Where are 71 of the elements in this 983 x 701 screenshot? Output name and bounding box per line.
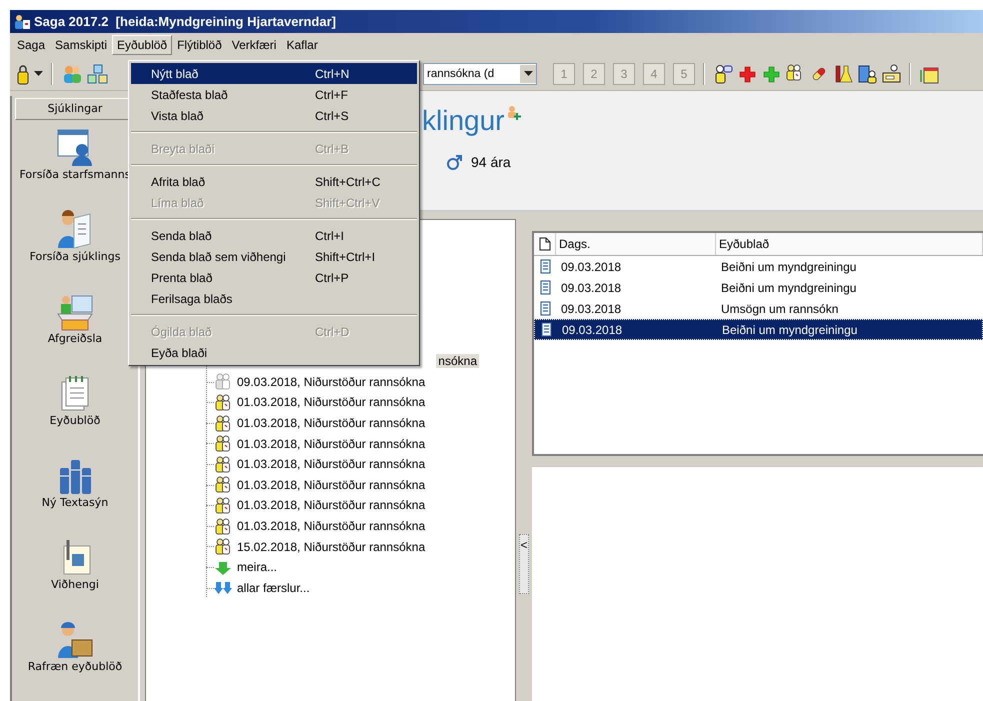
menu-item[interactable]: Senda blað sem viðhengi Shift+Ctrl+I	[131, 246, 417, 267]
menu-item[interactable]: Afrita blað Shift+Ctrl+C	[131, 171, 417, 192]
patient-name: klingur	[422, 105, 504, 137]
menu-item[interactable]: Eyða blaði	[131, 342, 417, 363]
tree-item[interactable]: 01.03.2018, Niðurstöður rannsókna	[235, 436, 428, 451]
menu-item[interactable]: Samskipti	[50, 35, 112, 55]
menu-item[interactable]: Flýtiblöð	[172, 35, 227, 55]
filter-dropdown[interactable]: rannsókna (d	[423, 62, 537, 84]
menu-item[interactable]: Eyðublöð	[112, 35, 172, 55]
person-window-icon[interactable]	[56, 128, 94, 168]
menu-item[interactable]: Prenta blað Ctrl+P	[131, 267, 417, 288]
tree-item[interactable]: 09.03.2018, Niðurstöður rannsókna	[235, 374, 428, 389]
menu-item[interactable]: Nýtt blað Ctrl+N	[131, 63, 417, 84]
tree-item[interactable]: 01.03.2018, Niðurstöður rannsókna	[235, 416, 428, 430]
sidebar-item[interactable]: Afgreiðsla	[48, 332, 102, 346]
document-person-icon[interactable]	[857, 64, 877, 84]
table-cell-text: 09.03.2018	[561, 322, 624, 336]
caret-icon	[524, 70, 532, 76]
flask-icon[interactable]	[833, 64, 853, 84]
tree-item[interactable]: meira...	[235, 560, 280, 574]
table-cell-text: Beiðni um myndgreiningu	[721, 322, 858, 336]
caret-icon[interactable]	[34, 70, 43, 76]
menu-item[interactable]: Verkfæri	[226, 35, 282, 55]
double-down-arrow-icon	[214, 579, 232, 596]
tree-item[interactable]: allar færslur...	[235, 580, 312, 595]
document-icon	[540, 259, 550, 274]
list-row[interactable]: 09.03.2018 Beiðni um myndgreiningu	[534, 319, 983, 340]
male-symbol-icon	[446, 153, 463, 171]
menu-item[interactable]: Kaflar	[281, 35, 323, 55]
collapse-button[interactable]: <	[519, 534, 529, 594]
document-icon	[540, 322, 552, 337]
table-cell-text: Beiðni um myndgreiningu	[720, 280, 858, 294]
document-icon	[540, 301, 550, 316]
document-icon	[538, 237, 550, 251]
list-row[interactable]: 09.03.2018 Umsögn um rannsókn	[534, 298, 983, 319]
table-cell-text: 09.03.2018	[560, 260, 622, 274]
sidebar-item[interactable]: Forsíða starfsmanns	[20, 168, 130, 182]
person-card-icon[interactable]	[713, 64, 733, 84]
list-row[interactable]: 09.03.2018 Beiðni um myndgreiningu	[534, 277, 983, 298]
menu-item[interactable]: Saga	[12, 35, 50, 55]
tree-item[interactable]: 01.03.2018, Niðurstöður rannsókna	[235, 395, 428, 410]
person-box-icon[interactable]	[881, 64, 901, 84]
sidebar-item[interactable]: Viðhengi	[51, 578, 99, 592]
table-cell-text: 09.03.2018	[560, 302, 622, 316]
table-cell-text: 09.03.2018	[560, 280, 622, 294]
app-icon	[13, 14, 31, 30]
document-icon	[540, 280, 550, 295]
org-chart-icon[interactable]	[87, 64, 109, 84]
column-header[interactable]: Eyðublað	[716, 233, 983, 255]
sidebar-item[interactable]: Forsíða sjúklings	[30, 250, 120, 264]
tree-item[interactable]: 01.03.2018, Niðurstöður rannsókna	[235, 478, 428, 492]
sidebar-item[interactable]: Ný Textasýn	[42, 496, 108, 510]
tree-item[interactable]: 01.03.2018, Niðurstöður rannsókna	[235, 519, 428, 534]
sidebar-item[interactable]: Rafræn eyðublöð	[28, 660, 122, 674]
person-add-icon[interactable]	[507, 105, 522, 121]
column-header[interactable]: Dags.	[556, 233, 716, 255]
plus-icon[interactable]	[737, 64, 757, 84]
window-title: Saga 2017.2 [heida:Myndgreining Hjartaverndar]	[34, 14, 336, 29]
table-cell-text: Beiðni um myndgreiningu	[720, 260, 858, 274]
table-cell-text: Umsögn um rannsókn	[720, 302, 840, 316]
tree-item[interactable]: 01.03.2018, Niðurstöður rannsókna	[235, 457, 428, 472]
tree-item[interactable]: nsókna	[436, 354, 479, 368]
sidebar-item[interactable]: Eyðublöð	[50, 414, 100, 428]
person-box-icon[interactable]	[56, 620, 94, 660]
list-row[interactable]: 09.03.2018 Beiðni um myndgreiningu	[534, 256, 983, 277]
menu-item[interactable]: Senda blað Ctrl+I	[131, 225, 417, 246]
lock-icon[interactable]	[16, 62, 30, 84]
menu-item[interactable]: Ferilsaga blaðs	[131, 288, 417, 309]
tree-item[interactable]: 15.02.2018, Niðurstöður rannsókna	[235, 540, 428, 554]
patient-age: 94 ára	[471, 154, 511, 170]
tree-item[interactable]: 01.03.2018, Niðurstöður rannsókna	[235, 498, 428, 512]
